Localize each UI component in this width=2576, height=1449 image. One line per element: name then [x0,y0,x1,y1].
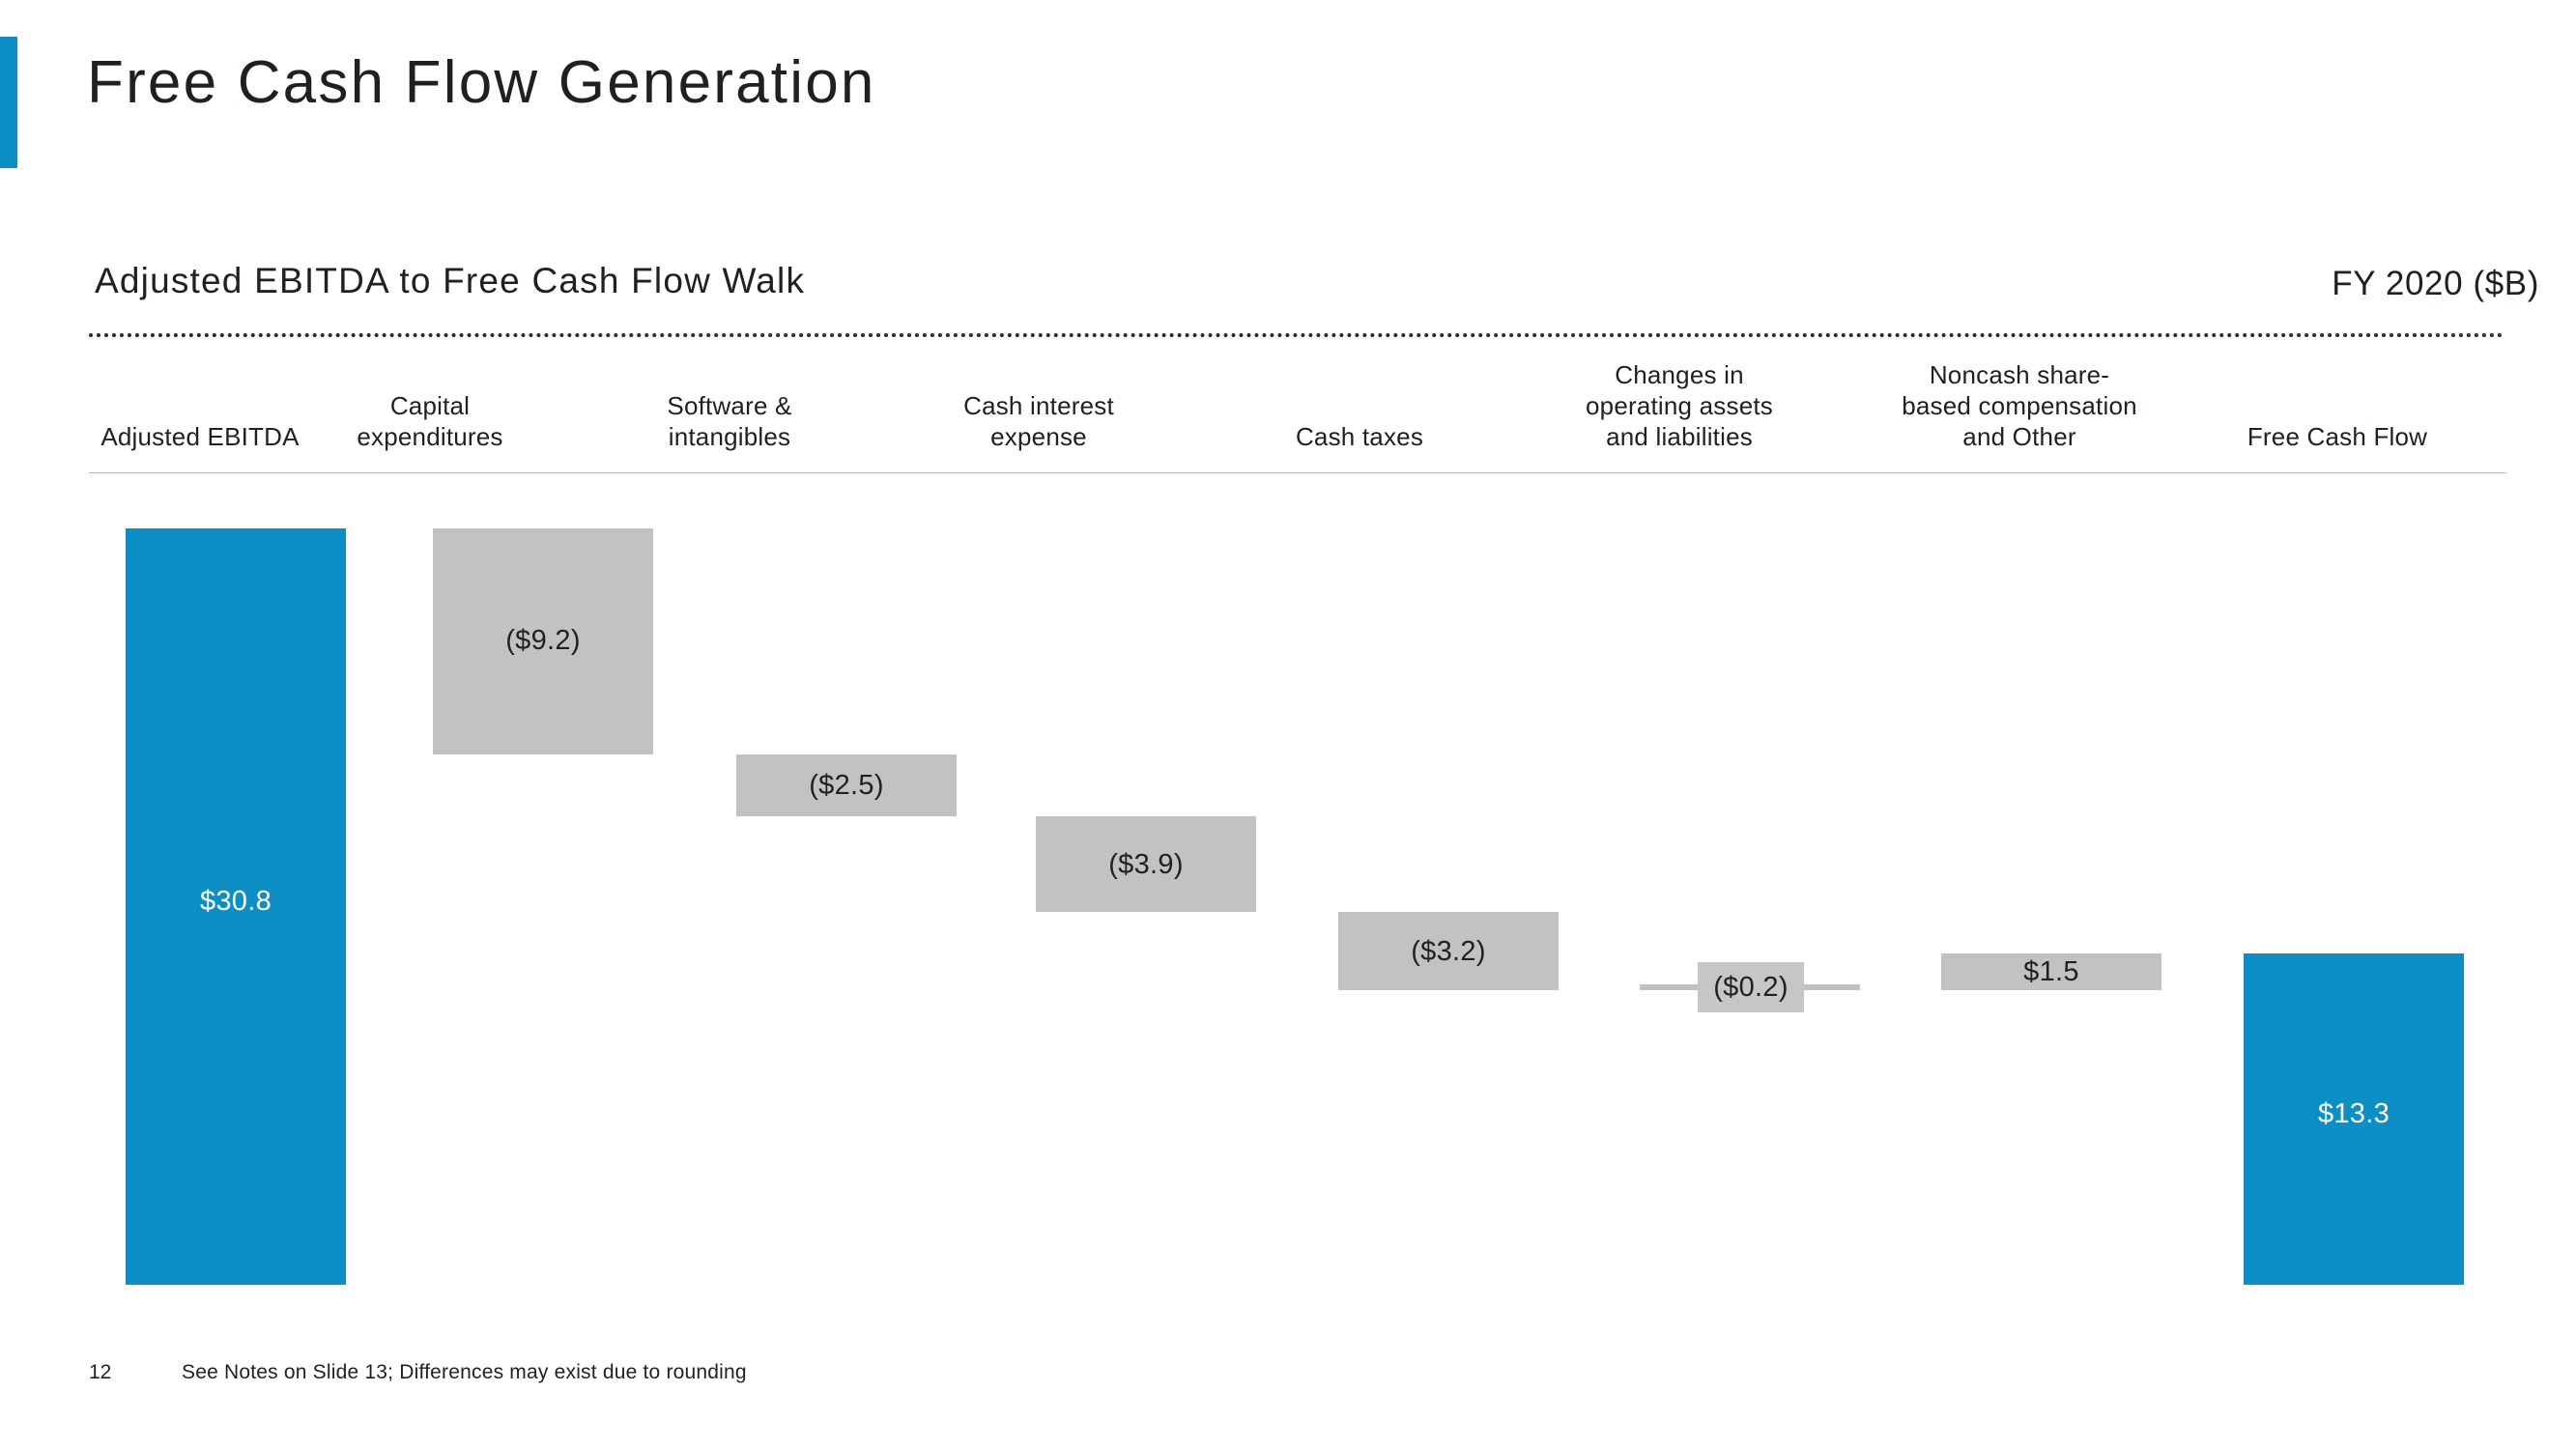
slide-footnote: See Notes on Slide 13; Differences may e… [182,1361,747,1383]
bar-cash-taxes[interactable]: ($3.2) [1338,912,1559,990]
bar-value-label: $30.8 [199,886,272,917]
bar-cash-interest-expense[interactable]: ($3.9) [1036,816,1256,912]
slide: Free Cash Flow Generation Adjusted EBITD… [0,0,2576,1449]
bar-value-label-changes-operating-assets: ($0.2) [1698,962,1804,1012]
bar-value-label: ($3.2) [1411,936,1486,967]
bar-value-label: ($9.2) [505,625,581,656]
bar-value-label: $13.3 [2317,1098,2390,1129]
bar-value-label: ($3.9) [1108,849,1184,880]
bar-capital-expenditures[interactable]: ($9.2) [433,528,653,754]
bar-software-intangibles[interactable]: ($2.5) [736,754,957,816]
bar-adjusted-ebitda[interactable]: $30.8 [126,528,346,1285]
slide-page-number: 12 [89,1361,112,1383]
bar-value-label: ($2.5) [809,770,884,801]
bar-value-label: $1.5 [2023,956,2079,987]
bar-noncash-share-based-comp[interactable]: $1.5 [1941,953,2161,990]
waterfall-chart: $30.8 ($9.2) ($2.5) ($3.9) ($3.2) ($0.2)… [0,0,2576,1449]
bar-free-cash-flow[interactable]: $13.3 [2244,953,2464,1285]
